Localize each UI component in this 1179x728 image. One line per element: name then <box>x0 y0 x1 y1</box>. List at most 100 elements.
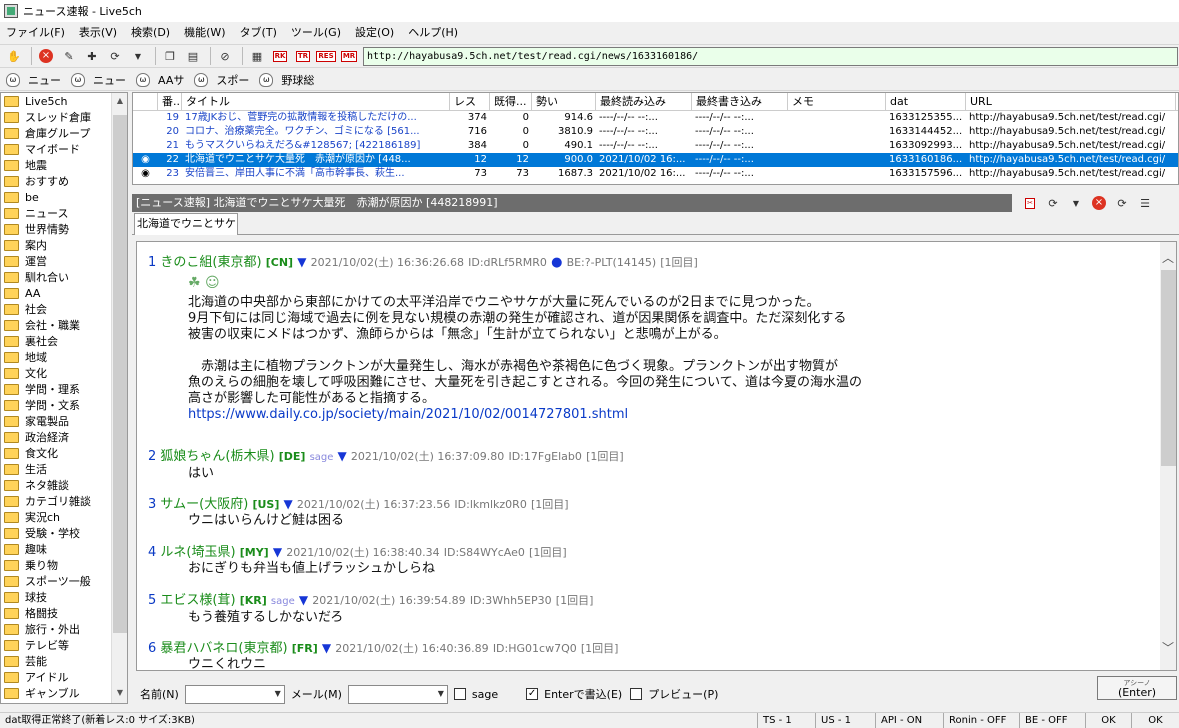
res-thread-icon[interactable]: TR <box>293 46 313 66</box>
scroll-up-icon[interactable]: ▲ <box>112 93 128 109</box>
menu-item[interactable]: ファイル(F) <box>6 24 65 40</box>
scroll-down-icon[interactable]: ▼ <box>112 685 128 701</box>
be-info[interactable]: BE:?-PLT(14145) <box>567 256 657 269</box>
reload-all-icon[interactable]: ⟳ <box>1112 193 1132 213</box>
tree-item[interactable]: 世界情勢 <box>1 221 127 237</box>
tree-item[interactable]: ギャンブル <box>1 685 127 701</box>
tree-item[interactable]: マイボード <box>1 141 127 157</box>
post-id[interactable]: ID:dRLf5RMR0 <box>468 256 547 269</box>
thread-row[interactable]: ◉ 23 安倍晋三、岸田人事に不満「高市幹事長、萩生... 73 73 1687.3 202… <box>133 167 1178 181</box>
tree-item[interactable]: 旅行・外出 <box>1 621 127 637</box>
menu-item[interactable]: タブ(T) <box>240 24 277 40</box>
thread-row[interactable]: 20 コロナ、治療薬完全。ワクチン、ゴミになる [561... 716 0 3810.9… <box>133 125 1178 139</box>
menu-item[interactable]: 検索(D) <box>131 24 170 40</box>
thread-row[interactable]: ◉ 22 北海道でウニとサケ大量死 赤潮が原因か [448... 12 12 900.0 2… <box>133 153 1178 167</box>
poster-name[interactable]: ルネ(埼玉県) <box>160 545 235 560</box>
post-id[interactable]: ID:3Whh5EP30 <box>470 594 552 607</box>
column-header[interactable]: 最終読み込み <box>596 93 692 111</box>
poster-name[interactable]: エビス様(茸) <box>160 593 235 608</box>
delete-log-icon[interactable]: ✂ <box>1020 193 1040 213</box>
board-tab[interactable]: ω AAサ <box>136 72 184 88</box>
close-thread-button[interactable]: × <box>1089 193 1109 213</box>
poster-name[interactable]: サムー(大阪府) <box>160 497 248 512</box>
tree-item[interactable]: 格闘技 <box>1 605 127 621</box>
pen-icon[interactable]: ✎ <box>59 46 79 66</box>
tree-item[interactable]: おすすめ <box>1 173 127 189</box>
res-badge-icon[interactable]: RK <box>270 46 290 66</box>
post-number[interactable]: 2 <box>148 449 156 464</box>
menu-item[interactable]: 表示(V) <box>79 24 117 40</box>
column-header[interactable]: URL <box>966 93 1176 111</box>
column-header[interactable]: dat <box>886 93 966 111</box>
thread-row[interactable]: 21 もうマスクいらねえだろ&#128567; [422186189] 384 0 49… <box>133 139 1178 153</box>
write-button[interactable]: アシーノ (Enter) <box>1097 676 1177 700</box>
post-menu-icon[interactable]: ▼ <box>284 497 293 511</box>
tree-item[interactable]: 球技 <box>1 589 127 605</box>
tree-item[interactable]: be <box>1 189 127 205</box>
poster-name[interactable]: きのこ組(東京都) <box>160 255 261 270</box>
dropdown-icon[interactable]: ▼ <box>1066 193 1086 213</box>
menu-item[interactable]: 機能(W) <box>184 24 225 40</box>
column-header[interactable]: 最終書き込み <box>692 93 788 111</box>
board-tab[interactable]: ω 野球総 <box>259 72 314 88</box>
tree-item[interactable]: スポーツ一般 <box>1 573 127 589</box>
dropdown-icon[interactable]: ▼ <box>128 46 148 66</box>
thread-row[interactable]: 19 17歳JKおじ、菅野完の拡散情報を投稿しただけの... 374 0 914.6 --… <box>133 111 1178 125</box>
tree-item[interactable]: アイドル <box>1 669 127 685</box>
enter-write-checkbox[interactable]: ✓ <box>526 688 539 700</box>
post-number[interactable]: 1 <box>148 255 156 270</box>
paste-icon[interactable]: ▤ <box>183 46 203 66</box>
post-menu-icon[interactable]: ▼ <box>273 545 282 559</box>
column-header[interactable]: タイトル <box>182 93 450 111</box>
column-header[interactable]: レス <box>450 93 490 111</box>
tree-item[interactable]: 裏社会 <box>1 333 127 349</box>
tree-item[interactable]: 実況ch <box>1 509 127 525</box>
poster-name[interactable]: 暴君ハバネロ(東京都) <box>160 641 287 656</box>
tree-item[interactable]: 学問・理系 <box>1 381 127 397</box>
board-tab[interactable]: ω ニュー <box>6 72 61 88</box>
chevron-down-icon[interactable]: ﹀ <box>1160 640 1176 656</box>
board-tree[interactable]: Live5ch スレッド倉庫 倉庫グループ マイボード 地震 おすすめ be ニュース 世界情勢… <box>0 92 128 704</box>
tree-item[interactable]: ゲーム <box>1 701 127 703</box>
url-input[interactable]: http://hayabusa9.5ch.net/test/read.cgi/n… <box>363 47 1178 66</box>
tree-item[interactable]: 食文化 <box>1 445 127 461</box>
view-scrollbar[interactable]: ︿ ﹀ <box>1160 242 1176 670</box>
tree-item[interactable]: スレッド倉庫 <box>1 109 127 125</box>
tree-item[interactable]: 運営 <box>1 253 127 269</box>
tree-item[interactable]: Live5ch <box>1 93 127 109</box>
res-mark-icon[interactable]: MR <box>339 46 359 66</box>
tree-item[interactable]: カテゴリ雑談 <box>1 493 127 509</box>
tree-item[interactable]: 倉庫グループ <box>1 125 127 141</box>
sage-checkbox[interactable] <box>453 688 466 700</box>
tree-item[interactable]: 学問・文系 <box>1 397 127 413</box>
tree-item[interactable]: 家電製品 <box>1 413 127 429</box>
post-id[interactable]: ID:lkmlkz0R0 <box>454 498 526 511</box>
tree-item[interactable]: ニュース <box>1 205 127 221</box>
pin-icon[interactable]: ✚ <box>82 46 102 66</box>
post-number[interactable]: 6 <box>148 641 156 656</box>
post-number[interactable]: 5 <box>148 593 156 608</box>
menu-item[interactable]: ヘルプ(H) <box>408 24 458 40</box>
stop-button[interactable]: × <box>36 46 56 66</box>
mail-input[interactable] <box>347 684 448 704</box>
thread-list[interactable]: 番... タイトル レス 既得... 勢い 最終読み込み 最終書き込み メモ dat URL 19… <box>132 92 1179 185</box>
board-tab[interactable]: ω スポー <box>194 72 249 88</box>
preview-checkbox[interactable] <box>630 688 643 700</box>
tree-item[interactable]: 馴れ合い <box>1 269 127 285</box>
refresh-icon[interactable]: ⟳ <box>105 46 125 66</box>
board-list-icon[interactable]: ▦ <box>247 46 267 66</box>
hand-icon[interactable]: ✋ <box>4 46 24 66</box>
copy-icon[interactable]: ❐ <box>160 46 180 66</box>
post-id[interactable]: ID:17FgElab0 <box>508 450 581 463</box>
tree-item[interactable]: 受験・学校 <box>1 525 127 541</box>
tree-item[interactable]: 文化 <box>1 365 127 381</box>
tree-item[interactable]: テレビ等 <box>1 637 127 653</box>
reload-icon[interactable]: ⟳ <box>1043 193 1063 213</box>
post-menu-icon[interactable]: ▼ <box>299 593 308 607</box>
post-id[interactable]: ID:S84WYcAe0 <box>444 546 525 559</box>
thread-tab[interactable]: 北海道でウニとサケ <box>134 213 238 235</box>
tree-item[interactable]: 生活 <box>1 461 127 477</box>
column-header[interactable]: 既得... <box>490 93 532 111</box>
tree-item[interactable]: 会社・職業 <box>1 317 127 333</box>
tree-item[interactable]: 趣味 <box>1 541 127 557</box>
